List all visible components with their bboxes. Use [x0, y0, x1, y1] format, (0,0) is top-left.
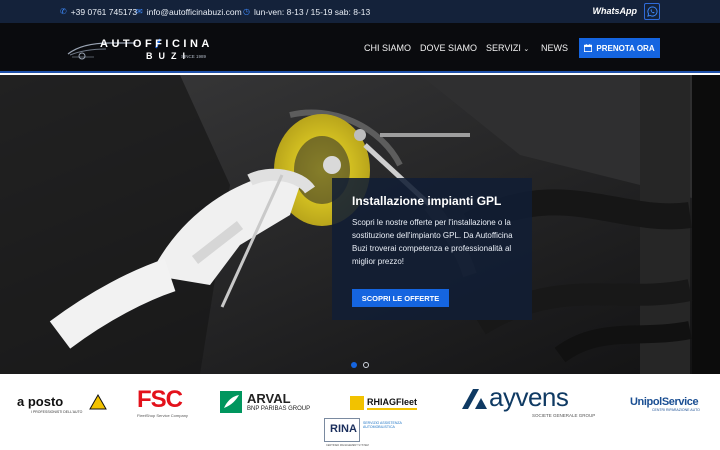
partner-aposto-logo: a posto I PROFESSIONISTI DELL'AUTO	[17, 394, 109, 418]
rhiag-mark-icon	[350, 396, 364, 410]
prenota-label: PRENOTA ORA	[596, 43, 655, 53]
brand-since: SINCE 1989	[181, 54, 207, 59]
partner-fsc-logo: FSC FleetShop Service Company	[137, 386, 188, 418]
envelope-icon: ✉	[136, 7, 143, 16]
chevron-down-icon: ⌄	[523, 46, 530, 53]
whatsapp-icon	[646, 6, 657, 17]
email-contact[interactable]: ✉ info@autofficinabuzi.com	[136, 0, 242, 23]
nav-servizi-label: SERVIZI	[486, 43, 521, 53]
main-navbar: AUTOFFICINA BUZI SINCE 1989 CHI SIAMO DO…	[0, 23, 720, 73]
nav-dove-siamo[interactable]: DOVE SIAMO	[420, 43, 477, 53]
slider-dot-2[interactable]	[363, 362, 369, 368]
partner-rhiag-logo: RHIAGFleet	[350, 394, 432, 414]
top-bar: ✆ +39 0761 745173 ✉ info@autofficinabuzi…	[0, 0, 720, 23]
hours-text: lun-ven: 8-13 / 15-19 sab: 8-13	[253, 6, 371, 17]
opening-hours: ◷ lun-ven: 8-13 / 15-19 sab: 8-13	[243, 0, 370, 23]
prenota-button[interactable]: PRENOTA ORA	[579, 38, 660, 58]
whatsapp-button[interactable]	[644, 3, 660, 20]
slider-dot-1[interactable]	[351, 362, 357, 368]
phone-icon: ✆	[60, 7, 67, 16]
nav-news[interactable]: NEWS	[541, 43, 568, 53]
partners-strip: a posto I PROFESSIONISTI DELL'AUTO FSC F…	[0, 374, 720, 450]
phone-contact[interactable]: ✆ +39 0761 745173	[60, 0, 137, 23]
email-address[interactable]: info@autofficinabuzi.com	[147, 7, 242, 17]
partner-ayvens-logo: ayvens SOCIETE GENERALE GROUP	[462, 382, 602, 418]
nav-servizi[interactable]: SERVIZI ⌄	[486, 43, 529, 53]
hero-slider: Installazione impianti GPL Scopri le nos…	[0, 75, 720, 374]
hero-title: Installazione impianti GPL	[352, 194, 502, 208]
rina-box: RINA	[324, 418, 360, 442]
whatsapp-label[interactable]: WhatsApp	[593, 6, 638, 16]
hero-card: Installazione impianti GPL Scopri le nos…	[332, 178, 532, 320]
phone-number[interactable]: +39 0761 745173	[71, 7, 137, 17]
partner-unipol-logo: UnipolService CENTRI RIPARAZIONE AUTO	[630, 396, 700, 412]
arval-mark-icon	[220, 391, 242, 413]
brand-name: AUTOFFICINA	[100, 38, 213, 50]
aposto-badge-icon	[89, 394, 107, 410]
hero-description: Scopri le nostre offerte per l'installaz…	[352, 218, 513, 266]
rhiag-underline	[367, 408, 417, 410]
brand-logo[interactable]: AUTOFFICINA BUZI SINCE 1989	[66, 34, 216, 64]
partner-rina-logo: RINA SERVIZIO ASSISTENZA AUTOMOBILISTICA…	[324, 418, 418, 447]
calendar-icon	[584, 44, 593, 52]
scopri-offerte-button[interactable]: SCOPRI LE OFFERTE	[352, 289, 449, 307]
partner-arval-logo: ARVAL BNP PARIBAS GROUP	[220, 391, 325, 417]
clock-icon: ◷	[243, 7, 250, 16]
ayvens-mark-icon	[462, 389, 487, 409]
nav-chi-siamo[interactable]: CHI SIAMO	[364, 43, 411, 53]
